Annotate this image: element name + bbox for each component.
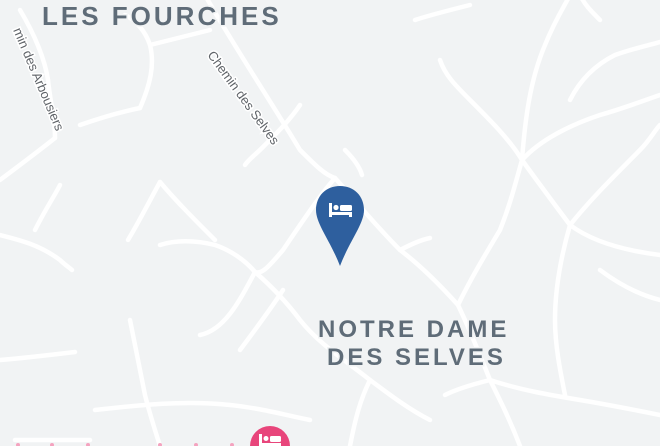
road-east-1 bbox=[455, 157, 525, 308]
road-west-4 bbox=[32, 182, 63, 233]
road-east-6 bbox=[597, 267, 660, 303]
road-west-2 bbox=[0, 135, 58, 183]
map-pin-icon bbox=[316, 186, 364, 266]
road-east-4 bbox=[552, 222, 573, 398]
road-network: LES FOURCHES NOTRE DAME DES SELVES Chemi… bbox=[0, 0, 660, 446]
road-west-6 bbox=[77, 105, 143, 128]
road-spur-3 bbox=[442, 377, 493, 398]
road-branch-3 bbox=[157, 239, 258, 275]
map-canvas[interactable]: LES FOURCHES NOTRE DAME DES SELVES Chemi… bbox=[0, 0, 660, 446]
road-south-east-2 bbox=[487, 377, 660, 418]
hotel-marker-selected[interactable] bbox=[316, 186, 364, 266]
road-north-west-2 bbox=[147, 27, 213, 48]
road-branch-5 bbox=[125, 179, 163, 243]
road-spur-2 bbox=[397, 235, 433, 253]
road-east-3 bbox=[519, 157, 660, 258]
road-north-east bbox=[437, 57, 525, 163]
road-branch-6 bbox=[237, 287, 286, 353]
road-north-3 bbox=[412, 2, 473, 23]
road-north bbox=[519, 0, 570, 163]
area-label-notre-dame-line1: NOTRE DAME bbox=[318, 316, 509, 343]
road-east-5 bbox=[567, 122, 660, 228]
road-south bbox=[347, 377, 373, 446]
road-west-3 bbox=[0, 232, 75, 273]
hotel-marker-pink[interactable] bbox=[250, 426, 290, 446]
area-label-les-fourches: LES FOURCHES bbox=[42, 1, 282, 31]
road-west-1 bbox=[0, 349, 78, 363]
road-north-east-2 bbox=[580, 0, 603, 23]
area-label-notre-dame-line2: DES SELVES bbox=[327, 344, 506, 371]
road-south-west-2 bbox=[92, 400, 313, 423]
road-spur-1 bbox=[342, 147, 365, 178]
road-south-west bbox=[127, 317, 163, 446]
road-branch-4 bbox=[157, 179, 218, 243]
road-north-east-3 bbox=[567, 39, 660, 103]
road-branch-1 bbox=[197, 269, 258, 338]
